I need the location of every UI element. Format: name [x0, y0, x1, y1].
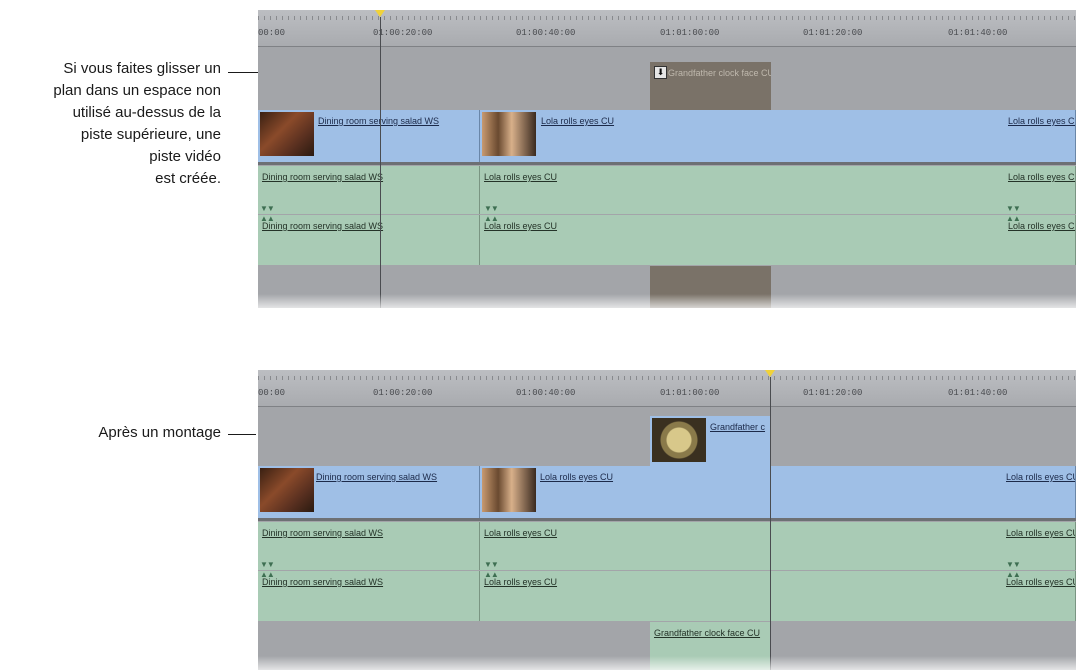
audio-clip-lola-continued[interactable]: ▲▲ Lola rolls eyes CU: [771, 571, 1076, 621]
clip-label: Dining room serving salad WS: [262, 528, 384, 538]
video-track-v2: Grandfather c: [258, 416, 1076, 466]
ruler-timecode: 01:00:40:00: [516, 388, 576, 398]
clip-label: Dining room serving salad WS: [316, 472, 438, 482]
clip-label: Dining room serving salad WS: [262, 221, 384, 231]
callout-before-edit: Si vous faites glisser un plan dans un e…: [53, 58, 221, 190]
ruler-timecode: 01:00:20:00: [373, 388, 433, 398]
callout-line-4: piste supérieure, une: [80, 126, 221, 143]
video-clip-lola-continued[interactable]: Lola rolls eyes CU: [771, 466, 1076, 518]
clip-label: Lola rolls eyes CU: [484, 577, 558, 587]
ruler-timecode: 01:01:40:00: [948, 388, 1008, 398]
callout-line-3: utilisé au-dessus de la: [72, 104, 221, 121]
playhead-marker[interactable]: [375, 10, 385, 17]
clip-thumbnail: [260, 468, 314, 512]
playhead-line[interactable]: [770, 377, 771, 670]
audio-keyframe-icon: ▼▼: [484, 560, 499, 569]
timeline-before: 00:00 01:00:20:00 01:00:40:00 01:01:00:0…: [258, 10, 1076, 308]
audio-keyframe-icon: ▼▼: [260, 560, 275, 569]
ruler-timecode: 01:01:00:00: [660, 28, 720, 38]
audio-clip-lola[interactable]: ▲▲ ▲▲ Lola rolls eyes CU Lola rolls eyes…: [480, 215, 1076, 265]
clip-label-end: Lola rolls eyes CU: [1008, 172, 1076, 182]
audio-track-a1: Dining room serving salad WS ▼▼ Lola rol…: [258, 522, 1076, 570]
clip-label: Grandfather clock face CU: [668, 68, 771, 78]
ruler-timecode: 01:01:40:00: [948, 28, 1008, 38]
ruler-timecode: 01:01:20:00: [803, 28, 863, 38]
clip-label: Dining room serving salad WS: [318, 116, 440, 126]
audio-clip-dining-room[interactable]: ▲▲ Dining room serving salad WS: [258, 571, 480, 621]
audio-clip-dining-room[interactable]: ▲▲ Dining room serving salad WS: [258, 215, 480, 265]
callout-line-5: piste vidéo: [149, 148, 221, 165]
audio-keyframe-icon: ▼▼: [1006, 560, 1021, 569]
ruler-timecode: 00:00: [258, 388, 286, 398]
clip-thumbnail: [482, 112, 536, 156]
timeline-after: 00:00 01:00:20:00 01:00:40:00 01:01:00:0…: [258, 370, 1076, 670]
clip-label: Lola rolls eyes CU: [484, 172, 558, 182]
clip-label-end: Lola rolls eyes CU: [1008, 221, 1076, 231]
ruler-timecode: 01:01:00:00: [660, 388, 720, 398]
clip-label: Lola rolls eyes CU: [484, 221, 558, 231]
dragged-clip-ghost[interactable]: ⬇ Grandfather clock face CU: [650, 62, 771, 112]
video-clip-dining-room[interactable]: Dining room serving salad WS: [258, 110, 480, 162]
audio-clip-lola-continued[interactable]: Lola rolls eyes CU ▼▼: [771, 522, 1076, 570]
callout-after-edit: Après un montage: [98, 424, 221, 441]
clip-thumbnail: [260, 112, 314, 156]
ruler-timecode: 01:00:40:00: [516, 28, 576, 38]
timeline-ruler[interactable]: 00:00 01:00:20:00 01:00:40:00 01:01:00:0…: [258, 370, 1076, 407]
clip-label-end: Lola rolls eyes CU: [1006, 472, 1076, 482]
callout-leader-bottom: [228, 434, 256, 435]
callout-line-2: plan dans un espace non: [53, 82, 221, 99]
playhead-line[interactable]: [380, 17, 381, 308]
ruler-timecode: 00:00: [258, 28, 286, 38]
ruler-ticks: [258, 376, 1076, 380]
clip-label: Lola rolls eyes CU: [540, 472, 614, 482]
video-track-v1: Dining room serving salad WS Lola rolls …: [258, 466, 1076, 518]
audio-clip-dining-room[interactable]: Dining room serving salad WS ▼▼: [258, 522, 480, 570]
audio-keyframe-icon: ▼▼: [1006, 204, 1021, 213]
ruler-timecode: 01:01:20:00: [803, 388, 863, 398]
playhead-marker[interactable]: [765, 370, 775, 377]
clip-label-end: Lola rolls eyes CU: [1008, 116, 1076, 126]
clip-thumbnail: [482, 468, 536, 512]
audio-clip-lola[interactable]: Lola rolls eyes CU Lola rolls eyes CU ▼▼…: [480, 166, 1076, 214]
panel-fade: [258, 656, 1076, 670]
clip-label: Lola rolls eyes CU: [541, 116, 615, 126]
track-separator: [258, 518, 1076, 521]
video-clip-grandfather[interactable]: Grandfather c: [650, 416, 771, 466]
clip-label: Dining room serving salad WS: [262, 172, 384, 182]
callout-line-6: est créée.: [155, 170, 221, 187]
video-clip-lola[interactable]: Lola rolls eyes CU Lola rolls eyes CU: [480, 110, 1076, 162]
video-clip-dining-room[interactable]: Dining room serving salad WS: [258, 466, 480, 518]
audio-clip-lola[interactable]: ▲▲ Lola rolls eyes CU: [480, 571, 771, 621]
clip-label: Dining room serving salad WS: [262, 577, 384, 587]
audio-keyframe-icon: ▼▼: [260, 204, 275, 213]
clip-label-end: Lola rolls eyes CU: [1006, 577, 1076, 587]
video-clip-lola[interactable]: Lola rolls eyes CU: [480, 466, 771, 518]
panel-fade: [258, 294, 1076, 308]
audio-keyframe-icon: ▼▼: [484, 204, 499, 213]
audio-clip-lola[interactable]: Lola rolls eyes CU ▼▼: [480, 522, 771, 570]
clip-thumbnail: [652, 418, 706, 462]
audio-track-a2: ▲▲ Dining room serving salad WS ▲▲ Lola …: [258, 571, 1076, 621]
audio-clip-dining-room[interactable]: Dining room serving salad WS ▼▼: [258, 166, 480, 214]
clip-label-end: Lola rolls eyes CU: [1006, 528, 1076, 538]
clip-label: Grandfather c: [710, 422, 766, 432]
clip-label: Lola rolls eyes CU: [484, 528, 558, 538]
insert-arrow-icon: ⬇: [654, 66, 667, 79]
ruler-timecode: 01:00:20:00: [373, 28, 433, 38]
clip-label: Grandfather clock face CU: [654, 628, 761, 638]
callout-line-1: Si vous faites glisser un: [63, 60, 221, 77]
